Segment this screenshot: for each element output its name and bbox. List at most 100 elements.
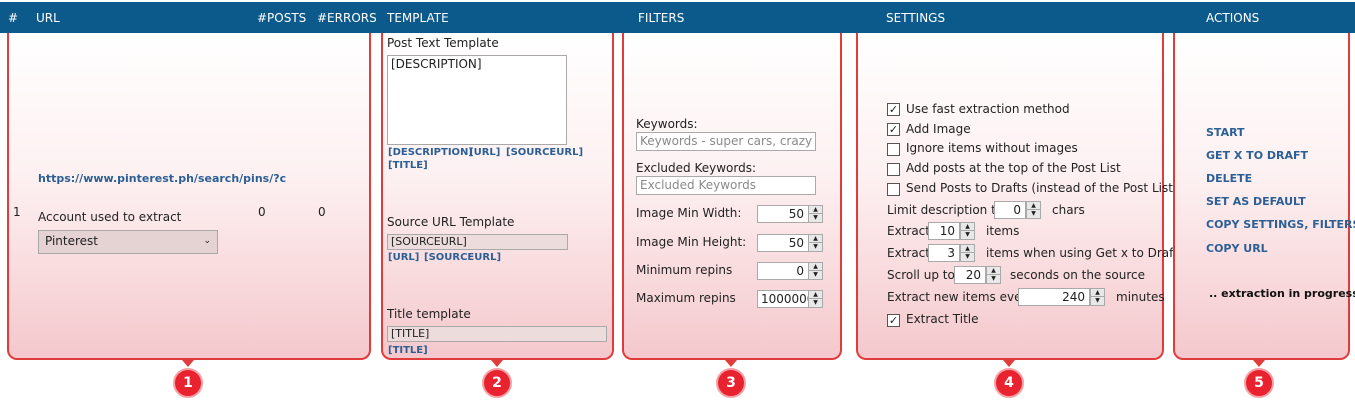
row-index: 1 [13,205,21,219]
extract-draft-stepper[interactable]: ▲ ▼ [960,244,975,262]
min-repins-label: Minimum repins [636,263,733,277]
source-url-template-label: Source URL Template [387,215,515,229]
badge-pointer [1003,360,1015,367]
extract-title-checkbox[interactable]: ✓ [887,314,900,327]
chevron-down-icon: ⌄ [203,236,211,246]
account-label: Account used to extract [38,210,182,224]
extract-draft-label: Extract [887,246,930,260]
spin-down-icon[interactable]: ▼ [809,299,822,307]
header-errors: #ERRORS [317,11,377,25]
header-url: URL [36,11,60,25]
step-badge-5: 5 [1244,368,1274,398]
spin-up-icon[interactable]: ▲ [961,223,974,231]
add-top-checkbox[interactable] [887,163,900,176]
send-drafts-label: Send Posts to Drafts (instead of the Pos… [906,181,1178,195]
add-top-label: Add posts at the top of the Post List [906,161,1121,175]
header-actions: ACTIONS [1206,11,1260,25]
spin-down-icon[interactable]: ▼ [1027,210,1040,218]
keywords-input[interactable]: Keywords - super cars, crazy cars [636,132,816,151]
title-template-input[interactable]: [TITLE] [387,326,607,342]
token-sourceurl-2[interactable]: [SOURCEURL] [424,252,501,263]
ignore-no-images-label: Ignore items without images [906,141,1078,155]
extract-count-stepper[interactable]: ▲ ▼ [960,222,975,240]
extract-every-label: Extract new items every [887,290,1034,304]
start-action[interactable]: START [1206,126,1245,139]
spin-down-icon[interactable]: ▼ [1091,297,1104,305]
spin-down-icon[interactable]: ▼ [961,253,974,261]
token-url[interactable]: [URL] [469,147,500,158]
spin-up-icon[interactable]: ▲ [809,263,822,271]
extract-draft-unit: items when using Get x to Draft [986,246,1178,260]
spin-down-icon[interactable]: ▼ [809,271,822,279]
extract-draft-input[interactable]: 3 [928,244,960,262]
post-text-template-input[interactable]: [DESCRIPTION] [387,55,567,145]
source-url-template-input[interactable]: [SOURCEURL] [387,234,568,250]
spin-up-icon[interactable]: ▲ [961,245,974,253]
set-as-default-action[interactable]: SET AS DEFAULT [1206,195,1306,208]
min-height-stepper[interactable]: ▲ ▼ [808,234,823,252]
spin-down-icon[interactable]: ▼ [809,214,822,222]
step-badge-3: 3 [716,368,746,398]
extract-label: Extract [887,224,930,238]
limit-description-label: Limit description to [887,203,1004,217]
spin-up-icon[interactable]: ▲ [809,291,822,299]
limit-description-input[interactable]: 0 [994,201,1026,219]
excluded-keywords-input[interactable]: Excluded Keywords [636,176,816,195]
token-url-2[interactable]: [URL] [388,252,419,263]
posts-count: 0 [258,205,266,219]
token-description[interactable]: [DESCRIPTION] [388,147,473,158]
extract-every-unit: minutes [1116,290,1165,304]
header-num: # [8,11,19,25]
url-panel: https://www.pinterest.ph/search/pins/?c … [7,33,371,360]
post-text-template-label: Post Text Template [387,36,499,50]
badge-pointer [491,360,503,367]
copy-url-action[interactable]: COPY URL [1206,242,1268,255]
extract-every-input[interactable]: 240 [1018,288,1090,306]
add-image-label: Add Image [906,122,971,136]
extract-count-input[interactable]: 10 [928,222,960,240]
badge-pointer [182,360,194,367]
spin-up-icon[interactable]: ▲ [809,206,822,214]
extract-title-label: Extract Title [906,312,979,326]
fast-extraction-checkbox[interactable]: ✓ [887,103,900,116]
spin-up-icon[interactable]: ▲ [809,235,822,243]
spin-up-icon[interactable]: ▲ [1091,289,1104,297]
get-x-to-draft-action[interactable]: GET X TO DRAFT [1206,149,1308,162]
extraction-status: .. extraction in progress [1209,287,1355,300]
spin-down-icon[interactable]: ▼ [809,243,822,251]
extract-every-stepper[interactable]: ▲ ▼ [1090,288,1105,306]
max-repins-stepper[interactable]: ▲ ▼ [808,290,823,308]
spin-up-icon[interactable]: ▲ [987,267,1000,275]
limit-description-stepper[interactable]: ▲ ▼ [1026,201,1041,219]
header-template: TEMPLATE [387,11,449,25]
header-filters: FILTERS [638,11,685,25]
min-width-input[interactable]: 50 [757,205,809,223]
source-url-link[interactable]: https://www.pinterest.ph/search/pins/?c [38,172,286,185]
keywords-label: Keywords: [636,117,698,131]
min-height-input[interactable]: 50 [757,234,809,252]
scroll-seconds-stepper[interactable]: ▲ ▼ [986,266,1001,284]
min-repins-stepper[interactable]: ▲ ▼ [808,262,823,280]
max-repins-input[interactable]: 1000000 [757,290,809,308]
token-sourceurl[interactable]: [SOURCEURL] [506,147,583,158]
settings-panel: ✓ Use fast extraction method ✓ Add Image… [856,33,1178,360]
spin-up-icon[interactable]: ▲ [1027,202,1040,210]
spin-down-icon[interactable]: ▼ [987,275,1000,283]
step-badge-4: 4 [994,368,1024,398]
header-posts: #POSTS [257,11,307,25]
min-repins-input[interactable]: 0 [757,262,809,280]
delete-action[interactable]: DELETE [1206,172,1252,185]
send-drafts-checkbox[interactable] [887,183,900,196]
token-title[interactable]: [TITLE] [388,160,428,171]
excluded-keywords-label: Excluded Keywords: [636,161,756,175]
min-width-stepper[interactable]: ▲ ▼ [808,205,823,223]
step-badge-2: 2 [482,368,512,398]
token-title-2[interactable]: [TITLE] [388,345,428,356]
account-select[interactable]: Pinterest ⌄ [38,230,218,254]
add-image-checkbox[interactable]: ✓ [887,123,900,136]
spin-down-icon[interactable]: ▼ [961,231,974,239]
copy-settings-filters-action[interactable]: COPY SETTINGS, FILTERS [1206,218,1355,231]
ignore-no-images-checkbox[interactable] [887,143,900,156]
scroll-seconds-input[interactable]: 20 [954,266,986,284]
extract-count-unit: items [986,224,1020,238]
